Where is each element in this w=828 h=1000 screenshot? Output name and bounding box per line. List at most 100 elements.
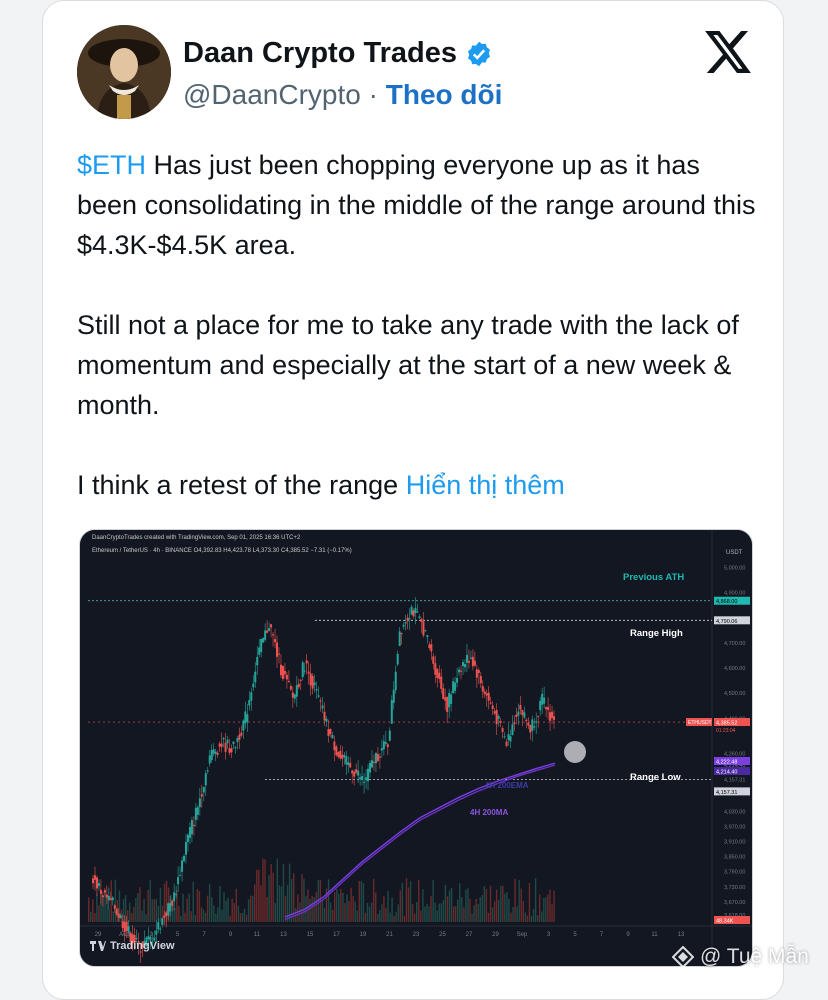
volume-bar <box>401 882 404 922</box>
candle-body <box>378 756 381 758</box>
volume-bar <box>545 897 547 922</box>
volume-bar <box>331 909 334 922</box>
volume-bar <box>393 915 395 922</box>
volume-bar <box>477 903 479 922</box>
volume-bar <box>420 910 422 922</box>
candle-body <box>380 748 383 751</box>
volume-bar <box>202 909 205 922</box>
candle-body <box>329 729 332 735</box>
candle-body <box>339 750 342 759</box>
volume-bar <box>208 883 211 922</box>
candle-body <box>163 915 166 918</box>
handle[interactable]: @DaanCrypto <box>183 79 361 110</box>
candle-body <box>462 662 465 666</box>
chart-image[interactable]: USDT 5,000.00 4,900.00 4,790.06 4,700.00 4,60… <box>79 529 753 967</box>
candle-body <box>200 794 203 797</box>
volume-bar <box>536 915 539 922</box>
volume-bar <box>438 903 440 922</box>
candle-body <box>341 754 344 759</box>
y-tick-label: 4,900.00 <box>724 591 745 597</box>
volume-bar <box>190 911 192 922</box>
candle-body <box>232 741 235 745</box>
candle-body <box>276 642 279 657</box>
candle-body <box>442 688 445 700</box>
volume-bar <box>143 898 145 922</box>
volume-bar <box>520 888 522 922</box>
volume-bar <box>360 880 363 922</box>
display-name[interactable]: Daan Crypto Trades <box>183 37 457 70</box>
volume-bar <box>459 883 461 922</box>
candle-body <box>333 741 336 751</box>
ma-price-badge: 4,214.40 <box>716 770 737 776</box>
tweet-card: Daan Crypto Trades @DaanCrypto · Theo dõ… <box>42 0 784 1000</box>
volume-bar <box>553 890 555 922</box>
x-tick-label: 15 <box>307 932 314 938</box>
candle-body <box>268 628 271 632</box>
candle-body <box>258 647 261 655</box>
candle-body <box>323 711 326 721</box>
candle-body <box>105 894 108 898</box>
x-logo-icon[interactable] <box>705 31 751 73</box>
volume-bar <box>436 910 438 922</box>
candle-body <box>321 705 324 709</box>
candle-body <box>444 697 447 701</box>
volume-bar <box>159 887 162 922</box>
volume-bar <box>133 906 135 922</box>
symbol-badge: ETHUSDT <box>688 720 712 726</box>
candle-body <box>479 676 482 684</box>
volume-bar <box>229 915 231 922</box>
candle-body <box>420 618 423 623</box>
volume-bar <box>403 915 406 922</box>
volume-bar <box>534 878 537 922</box>
volume-bar <box>372 878 375 922</box>
candle-body <box>487 692 490 701</box>
candle-body <box>467 660 470 663</box>
candle-body <box>127 926 130 933</box>
candle-body <box>408 618 411 620</box>
candle-body <box>491 705 494 709</box>
candle-body <box>272 634 275 636</box>
candle-body <box>295 685 298 697</box>
volume-bar <box>323 908 326 922</box>
volume-bar <box>327 879 330 922</box>
candle-body <box>525 719 528 722</box>
candle-body <box>305 660 308 664</box>
display-name-row[interactable]: Daan Crypto Trades <box>183 37 493 70</box>
candle-body <box>543 697 546 704</box>
volume-bar <box>245 914 248 922</box>
candle-body <box>414 607 417 614</box>
handle-row: @DaanCrypto · Theo dõi <box>183 79 502 111</box>
candle-body <box>311 675 314 689</box>
candle-body <box>119 915 122 918</box>
candle-body <box>285 674 288 680</box>
volume-bar <box>485 889 488 922</box>
volume-bar <box>370 902 373 922</box>
volume-bar <box>383 896 385 922</box>
chart-background <box>80 530 752 966</box>
candle-body <box>192 824 195 826</box>
candle-body <box>388 730 391 741</box>
follow-button[interactable]: Theo dõi <box>386 79 503 110</box>
volume-bar <box>354 901 356 922</box>
candle-body <box>406 617 409 622</box>
candle-body <box>260 638 263 653</box>
cashtag-link[interactable]: $ETH <box>77 150 146 180</box>
volume-bar <box>432 880 434 922</box>
candle-body <box>440 676 443 689</box>
currency-label: USDT <box>726 550 743 556</box>
candle-body <box>188 826 191 838</box>
volume-bar <box>340 889 342 922</box>
volume-bar <box>252 895 254 922</box>
volume-bar <box>313 897 315 922</box>
candle-body <box>177 877 180 885</box>
paragraph-1: $ETH Has just been chopping everyone up … <box>77 145 767 265</box>
avatar[interactable] <box>77 25 171 119</box>
candle-body <box>303 670 306 672</box>
volume-bar <box>282 864 285 922</box>
volume-bar <box>463 907 465 922</box>
show-more-link[interactable]: Hiển thị thêm <box>406 470 565 500</box>
candle-body <box>173 892 176 902</box>
candle-body <box>477 670 480 674</box>
candle-body <box>99 889 102 894</box>
candle-body <box>374 752 377 764</box>
